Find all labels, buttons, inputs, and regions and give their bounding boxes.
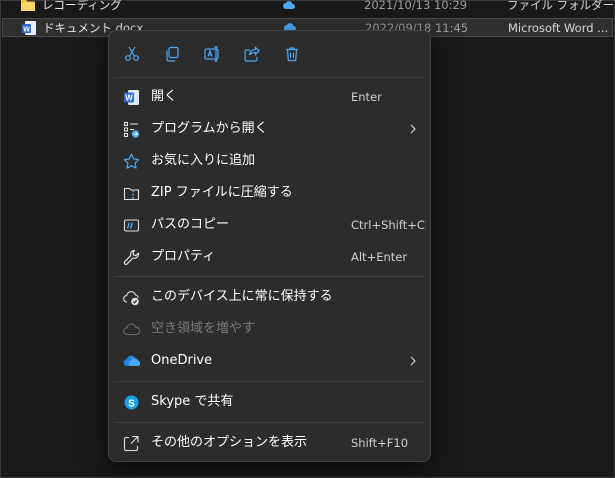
menu-item-label: 開く	[151, 89, 178, 104]
wrench-icon	[123, 249, 140, 266]
menu-item-compress-zip[interactable]: ZIP ファイルに圧縮する	[113, 178, 426, 208]
share-icon	[244, 46, 260, 62]
menu-item-label: プログラムから開く	[151, 121, 268, 136]
copy-path-icon	[123, 217, 140, 234]
menu-item-free-up-space: 空き領域を増やす	[113, 314, 426, 344]
menu-item-label: このデバイス上に常に保持する	[151, 289, 333, 304]
menu-item-open[interactable]: W 開く Enter	[113, 82, 426, 112]
cloud-status-icon	[283, 1, 295, 9]
menu-item-properties[interactable]: プロパティ Alt+Enter	[113, 242, 426, 272]
menu-item-label: プロパティ	[151, 249, 216, 264]
menu-item-share-skype[interactable]: S Skype で共有	[113, 387, 426, 417]
menu-item-label: パスのコピー	[151, 217, 230, 232]
menu-item-shortcut: Alt+Enter	[351, 250, 408, 264]
file-name: レコーディング	[42, 0, 122, 12]
open-with-icon	[123, 121, 140, 138]
menu-item-add-favorite[interactable]: お気に入りに追加	[113, 146, 426, 176]
menu-item-copy-path[interactable]: パスのコピー Ctrl+Shift+C	[113, 210, 426, 240]
trash-icon	[284, 46, 300, 62]
star-icon	[123, 153, 140, 170]
menu-item-onedrive[interactable]: OneDrive	[113, 346, 426, 376]
menu-item-show-more-options[interactable]: その他のオプションを表示 Shift+F10	[113, 428, 426, 458]
menu-item-shortcut: Shift+F10	[351, 436, 409, 450]
menu-toolbar	[109, 31, 430, 77]
menu-separator	[114, 77, 425, 78]
menu-item-label: お気に入りに追加	[151, 153, 256, 168]
menu-separator	[114, 422, 425, 423]
svg-text:W: W	[23, 26, 30, 33]
menu-separator	[114, 276, 425, 277]
file-type: ファイル フォルダー	[507, 0, 615, 12]
copy-icon	[164, 46, 180, 62]
file-row[interactable]: レコーディング 2021/10/13 10:29 ファイル フォルダー	[2, 0, 615, 15]
copy-button[interactable]	[158, 41, 186, 67]
more-options-icon	[123, 435, 140, 452]
delete-button[interactable]	[278, 41, 306, 67]
cloud-sync-icon	[123, 289, 140, 306]
chevron-right-icon	[408, 356, 418, 366]
context-menu: W 開く Enter プログラムから開く お気に入りに追加 ZIP ファイルに圧…	[108, 30, 431, 462]
share-button[interactable]	[238, 41, 266, 67]
menu-item-label: 空き領域を増やす	[151, 321, 256, 336]
menu-item-label: その他のオプションを表示	[151, 435, 308, 450]
folder-icon	[21, 0, 35, 11]
menu-separator	[114, 381, 425, 382]
rename-button[interactable]	[198, 41, 226, 67]
rename-icon	[203, 46, 221, 62]
zip-icon	[123, 185, 140, 202]
skype-icon: S	[123, 394, 140, 411]
menu-item-label: OneDrive	[151, 353, 213, 368]
svg-text:W: W	[125, 94, 133, 103]
onedrive-icon	[123, 353, 140, 370]
word-icon: W	[123, 89, 140, 106]
file-type: Microsoft Word ...	[508, 21, 609, 35]
menu-item-label: ZIP ファイルに圧縮する	[151, 185, 293, 200]
svg-text:S: S	[128, 398, 135, 409]
menu-item-open-with[interactable]: プログラムから開く	[113, 114, 426, 144]
chevron-right-icon	[408, 124, 418, 134]
menu-item-shortcut: Ctrl+Shift+C	[351, 218, 425, 232]
cloud-outline-icon	[123, 321, 140, 338]
menu-item-shortcut: Enter	[351, 90, 382, 104]
file-date: 2021/10/13 10:29	[364, 0, 468, 12]
menu-item-label: Skype で共有	[151, 394, 234, 409]
word-doc-icon: W	[22, 21, 36, 35]
cut-button[interactable]	[118, 41, 146, 67]
scissors-icon	[124, 46, 140, 62]
menu-item-always-keep-on-device[interactable]: このデバイス上に常に保持する	[113, 282, 426, 312]
